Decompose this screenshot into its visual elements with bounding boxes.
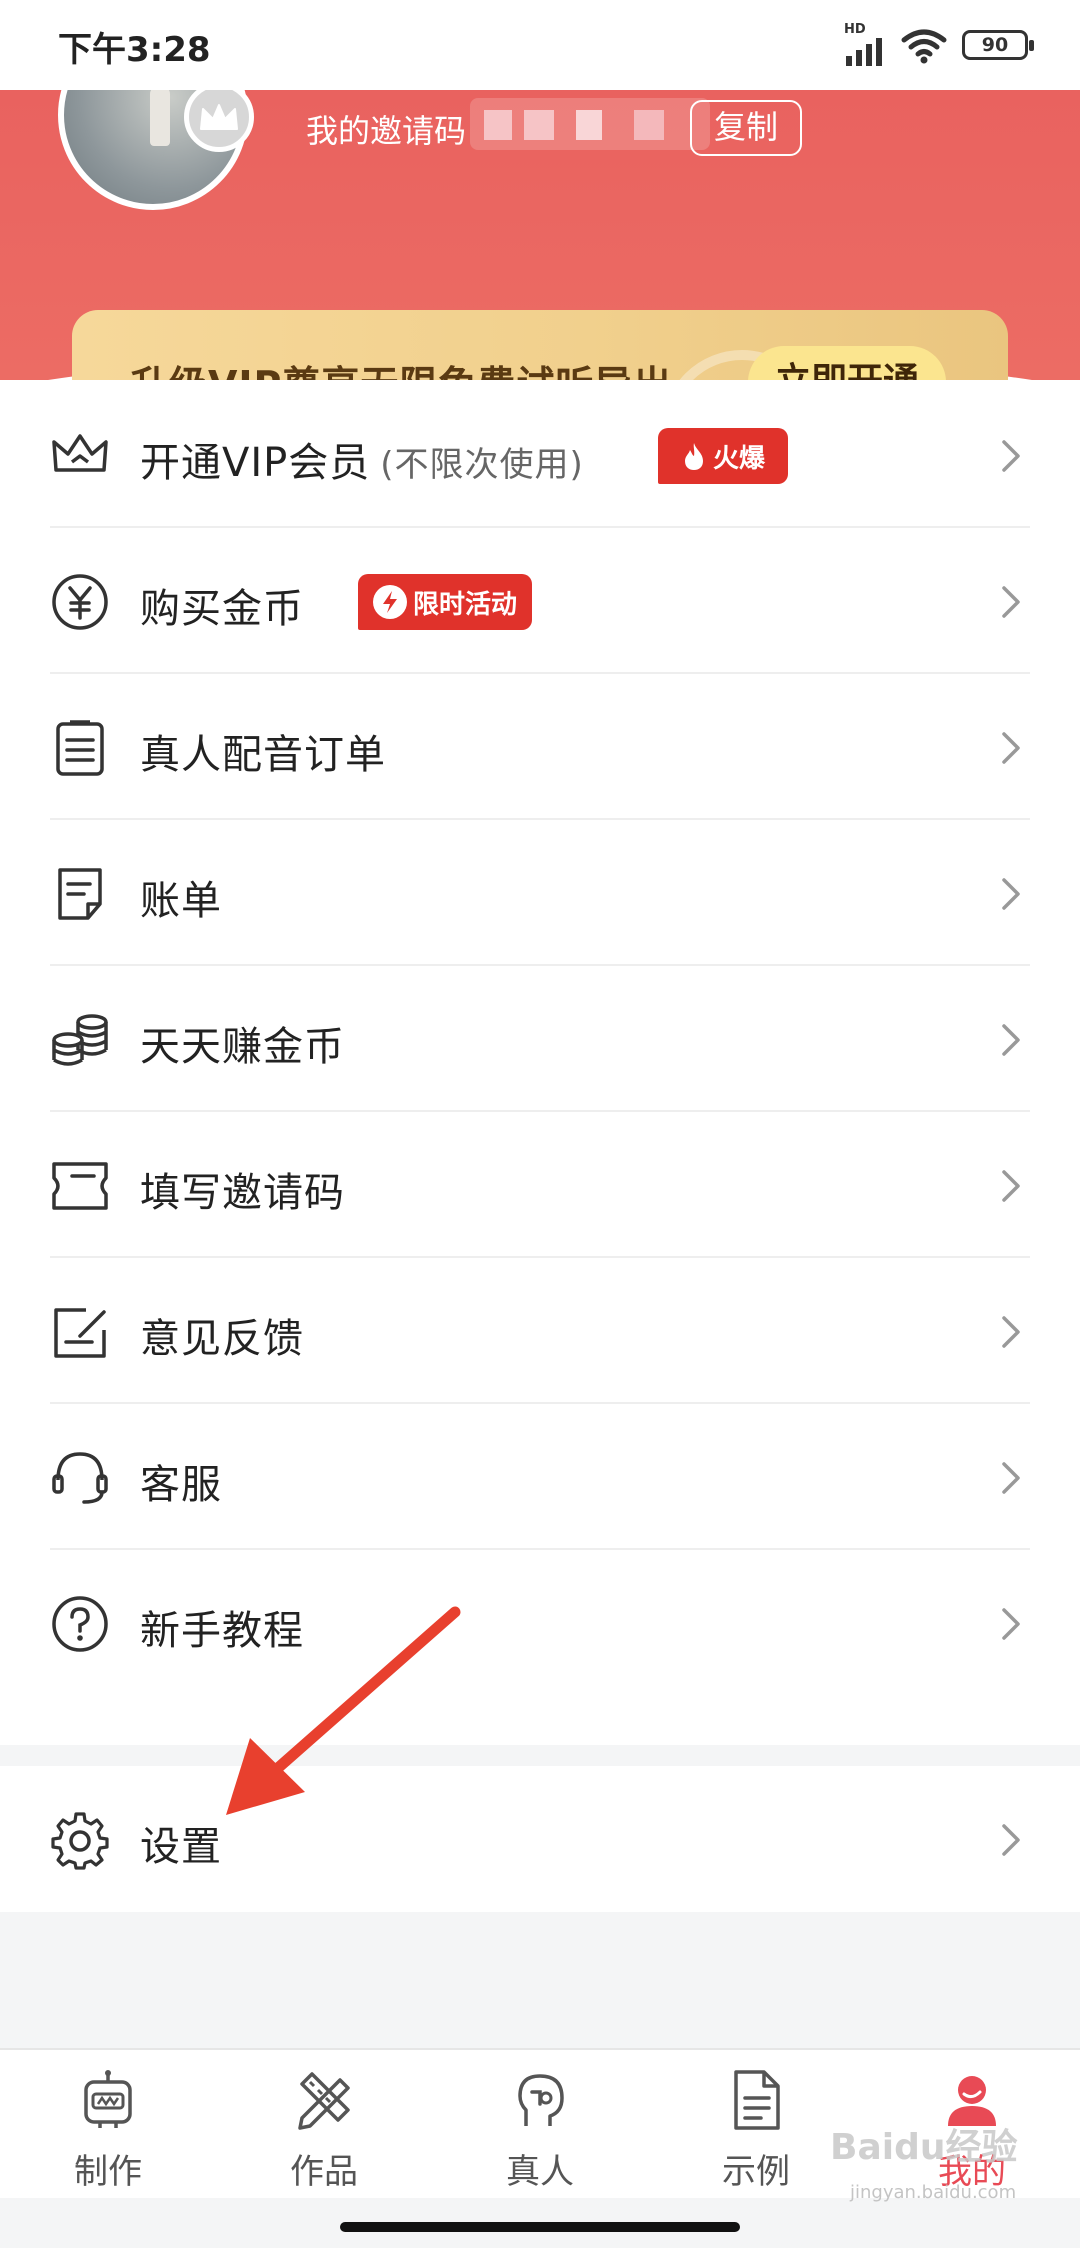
menu-item-label: 新手教程 [140,1608,304,1654]
headset-icon [52,1452,108,1504]
invite-code-pixelation [484,110,704,140]
chevron-right-icon [1002,1462,1020,1494]
limited-offer-label: 限时活动 [412,589,517,620]
gear-icon [51,1812,109,1870]
menu-item-settings[interactable]: 设置 [50,1766,1030,1912]
ticket-icon [52,1162,108,1210]
vip-open-button[interactable]: 立即开通 [748,346,946,380]
settings-section: 设置 [0,1766,1080,1912]
chevron-right-icon [1002,586,1020,618]
chevron-right-icon [1002,878,1020,910]
battery-icon: 90 [962,30,1034,60]
baidu-watermark: Baidu经验 jingyan.baidu.com [830,2118,1070,2208]
flame-icon [684,443,703,470]
menu-item-tutorial[interactable]: 新手教程 [50,1550,1030,1696]
order-list-icon [56,720,104,776]
menu-item-label: 填写邀请码 [140,1170,345,1216]
chevron-right-icon [1002,732,1020,764]
menu-item-label: 真人配音订单 [140,732,386,778]
vip-sub-label: (不限次使用) [380,445,584,485]
menu-item-buy-coins[interactable]: 购买金币 限时活动 [50,528,1030,674]
crown-icon [52,434,108,472]
lightning-icon [372,585,407,619]
vip-label: 开通VIP会员 [140,440,371,486]
avatar-figure [150,90,170,146]
coin-stack-icon [52,1014,108,1066]
wifi-icon [901,29,947,64]
hot-badge-label: 火爆 [712,443,765,474]
status-bar: 下午3:28 HD 90 [0,0,1080,90]
menu-item-voice-orders[interactable]: 真人配音订单 [50,674,1030,820]
chevron-right-icon [1002,1024,1020,1056]
robot-icon [84,2070,132,2128]
menu-item-bills[interactable]: 账单 [50,820,1030,966]
tab-works[interactable]: 作品 [216,2050,432,2200]
help-icon [52,1596,108,1652]
menu-item-label: 意见反馈 [140,1316,304,1362]
invite-code-label: 我的邀请码 [306,112,467,150]
menu-item-label: 天天赚金币 [140,1024,345,1070]
tab-make[interactable]: 制作 [0,2050,216,2200]
tab-label: 真人 [506,2152,574,2192]
status-time: 下午3:28 [58,30,211,70]
menu-item-label: 开通VIP会员 (不限次使用) [140,430,584,488]
document-icon [734,2070,780,2130]
menu-item-label: 客服 [140,1462,222,1508]
signal-icon [846,38,882,66]
vip-upgrade-banner[interactable]: 升级VIP尊享无限免费试听导出 立即开通 [72,310,1008,380]
profile-header: 我的邀请码 复制 升级VIP尊享无限免费试听导出 立即开通 [0,90,1080,380]
menu-item-customer-service[interactable]: 客服 [50,1404,1030,1550]
bill-icon [58,868,102,920]
tab-label: 制作 [74,2152,142,2192]
status-icons: HD 90 [844,22,1044,66]
tab-label: 作品 [290,2152,358,2192]
menu-item-label: 设置 [140,1824,222,1870]
menu-item-feedback[interactable]: 意见反馈 [50,1258,1030,1404]
chevron-right-icon [1002,1824,1020,1856]
menu-item-label: 账单 [140,878,222,924]
watermark-url: jingyan.baidu.com [850,2182,1017,2203]
menu-item-invite-code[interactable]: 填写邀请码 [50,1112,1030,1258]
hot-badge: 火爆 [658,428,788,484]
menu-item-label: 购买金币 [140,586,304,632]
home-indicator[interactable] [340,2222,740,2232]
tab-real-voice[interactable]: 真人 [432,2050,648,2200]
yuan-coin-icon [52,574,108,630]
watermark-brand: Baidu经验 [830,2127,1018,2168]
menu-item-vip[interactable]: 开通VIP会员 (不限次使用) 火爆 [50,382,1030,528]
chevron-right-icon [1002,440,1020,472]
chevron-right-icon [1002,1316,1020,1348]
copy-invite-code-button[interactable]: 复制 [690,100,802,156]
pencil-ruler-icon [298,2072,350,2130]
feedback-icon [54,1308,106,1358]
vip-banner-text: 升级VIP尊享无限免费试听导出 [130,354,672,380]
voice-head-icon [518,2074,564,2126]
chevron-right-icon [1002,1608,1020,1640]
network-type-label: HD [844,22,866,37]
limited-offer-badge: 限时活动 [358,574,532,630]
menu-item-earn-coins[interactable]: 天天赚金币 [50,966,1030,1112]
chevron-right-icon [1002,1170,1020,1202]
menu-list: 开通VIP会员 (不限次使用) 火爆 购买金币 限时活动 真人配音订单 账单 天… [0,380,1080,1745]
